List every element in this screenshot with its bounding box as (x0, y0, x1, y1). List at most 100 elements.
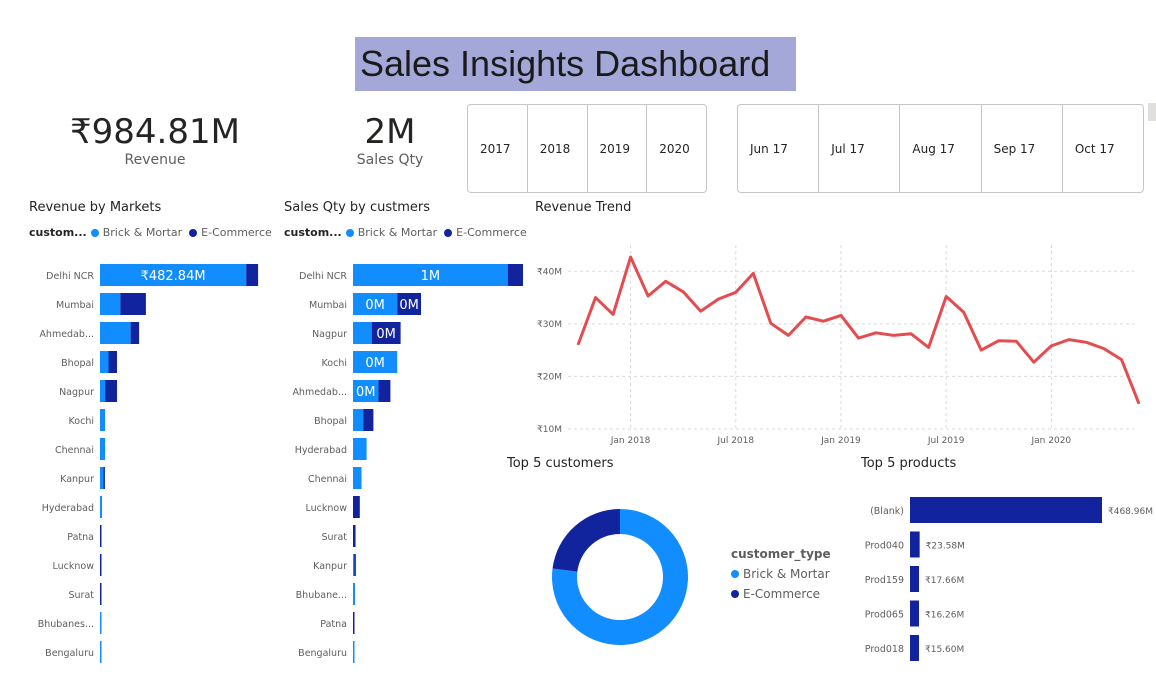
category-label: Mumbai (56, 300, 94, 311)
y-tick-label: ₹40M (537, 267, 562, 277)
bar-brick-mortar (100, 409, 106, 431)
category-label: Patna (67, 532, 94, 543)
year-label: 2019 (599, 141, 631, 156)
category-label: Nagpur (59, 387, 94, 398)
product-value-label: ₹15.60M (925, 645, 964, 655)
year-slicer-item[interactable]: 2020 (647, 105, 706, 192)
brick-mortar-dot-icon (731, 570, 739, 578)
data-label: 0M (376, 327, 396, 342)
year-label: 2018 (539, 141, 571, 156)
revenue-trend-chart: ₹40M ₹30M ₹20M ₹10M Jan 2018 Jul 2018 Jan 2019… (537, 245, 1141, 446)
year-slicer: 2017 2018 2019 2020 (467, 104, 707, 193)
bar-ecommerce (103, 467, 105, 489)
category-label: Bhubanes... (38, 619, 94, 630)
product-value-label: ₹16.26M (925, 611, 964, 621)
revenue-value: ₹984.81M (70, 112, 240, 152)
category-label: Bhopal (61, 358, 94, 369)
legend-ecom[interactable]: E-Commerce (456, 226, 527, 239)
product-bar (910, 566, 919, 592)
bar-brick-mortar (353, 641, 355, 663)
category-label: Surat (68, 590, 94, 601)
sales-qty-card: 2M Sales Qty (310, 112, 470, 168)
month-slicer-item[interactable]: Jul 17 (819, 105, 901, 192)
month-label: Sep 17 (993, 141, 1036, 156)
category-label: Kochi (322, 358, 347, 369)
product-bar (910, 497, 1102, 523)
bar-brick-mortar (353, 554, 355, 576)
donut-legend: customer_type Brick & Mortar E-Commerce (731, 547, 831, 601)
x-tick-label: Jul 2018 (716, 436, 754, 446)
product-bar (910, 600, 919, 627)
sales-qty-chart: Delhi NCR 1MMumbai 0M 0MNagpur 0MKochi 0MAhme… (292, 264, 523, 663)
bar-ecommerce (130, 322, 140, 344)
year-slicer-item[interactable]: 2019 (588, 105, 648, 192)
sales-qty-label: Sales Qty (356, 152, 424, 168)
bar-ecommerce (507, 264, 523, 286)
page-scrollbar[interactable] (1148, 103, 1156, 121)
legend-brick: Brick & Mortar (743, 567, 830, 581)
ecommerce-dot-icon (189, 228, 198, 237)
bar-brick-mortar (353, 467, 362, 489)
bar-ecommerce (100, 583, 102, 605)
legend-ecom[interactable]: E-Commerce (201, 226, 272, 239)
bar-brick-mortar (100, 322, 131, 344)
brick-mortar-dot-icon (90, 228, 99, 237)
bar-ecommerce (363, 409, 374, 431)
data-label: 1M (421, 269, 441, 284)
data-label: 0M (399, 298, 419, 313)
category-label: Hyderabad (42, 503, 94, 514)
category-label: Patna (320, 619, 347, 630)
month-slicer-item[interactable]: Jun 17 (738, 105, 820, 192)
product-label: Prod159 (865, 575, 904, 586)
category-label: Lucknow (306, 503, 348, 514)
dashboard-title: Sales Insights Dashboard (355, 37, 796, 91)
x-tick-label: Jan 2018 (610, 436, 651, 446)
year-label: 2017 (480, 141, 511, 156)
revenue-by-markets-legend: custom... Brick & Mortar E-Commerce (29, 226, 272, 239)
category-label: Chennai (308, 474, 347, 485)
product-label: Prod040 (865, 541, 904, 552)
category-label: Mumbai (309, 300, 347, 311)
legend-brick[interactable]: Brick & Mortar (103, 226, 182, 239)
bar-brick-mortar (100, 438, 106, 460)
bar-brick-mortar (100, 496, 103, 518)
year-slicer-item[interactable]: 2017 (468, 105, 528, 192)
category-label: Nagpur (312, 329, 347, 340)
sales-qty-value: 2M (364, 112, 416, 152)
category-label: Bengaluru (298, 648, 347, 659)
legend-ecom: E-Commerce (743, 587, 821, 601)
top-products-chart: (Blank) ₹468.96M Prod040 ₹23.58M Prod159 ₹17.… (865, 497, 1153, 661)
category-label: Delhi NCR (46, 271, 94, 282)
year-slicer-item[interactable]: 2018 (528, 105, 588, 192)
bar-brick-mortar (353, 322, 372, 344)
donut-legend-item[interactable]: E-Commerce (731, 587, 831, 601)
y-tick-label: ₹20M (537, 372, 562, 382)
bar-brick-mortar (100, 612, 102, 634)
product-bar (910, 635, 919, 661)
top-customers-donut (552, 509, 688, 645)
month-slicer-item[interactable]: Aug 17 (900, 105, 982, 192)
revenue-by-markets-chart: Delhi NCR ₹482.84M Mumbai Ahmedab... Bhopal N… (38, 264, 259, 663)
donut-legend-item[interactable]: Brick & Mortar (731, 567, 831, 581)
product-value-label: ₹468.96M (1108, 507, 1153, 517)
category-label: Kanpur (313, 561, 347, 572)
revenue-card: ₹984.81M Revenue (60, 112, 250, 168)
month-slicer-item[interactable]: Sep 17 (982, 105, 1063, 192)
bar-ecommerce (354, 554, 356, 576)
category-label: Kanpur (60, 474, 94, 485)
bar-brick-mortar (353, 583, 356, 605)
y-tick-label: ₹30M (537, 320, 562, 330)
ecommerce-dot-icon (731, 590, 739, 598)
brick-mortar-dot-icon (345, 228, 354, 237)
data-label: 0M (365, 298, 385, 313)
revenue-trend-title: Revenue Trend (535, 200, 632, 215)
legend-brick[interactable]: Brick & Mortar (358, 226, 437, 239)
bar-ecommerce (105, 380, 117, 402)
bar-ecommerce (353, 612, 355, 634)
product-label: Prod018 (865, 644, 904, 655)
ecommerce-dot-icon (444, 228, 453, 237)
top-customers-title: Top 5 customers (507, 456, 614, 471)
month-slicer-item[interactable]: Oct 17 (1063, 105, 1143, 192)
bar-brick-mortar (100, 351, 109, 373)
bar-brick-mortar (100, 467, 104, 489)
